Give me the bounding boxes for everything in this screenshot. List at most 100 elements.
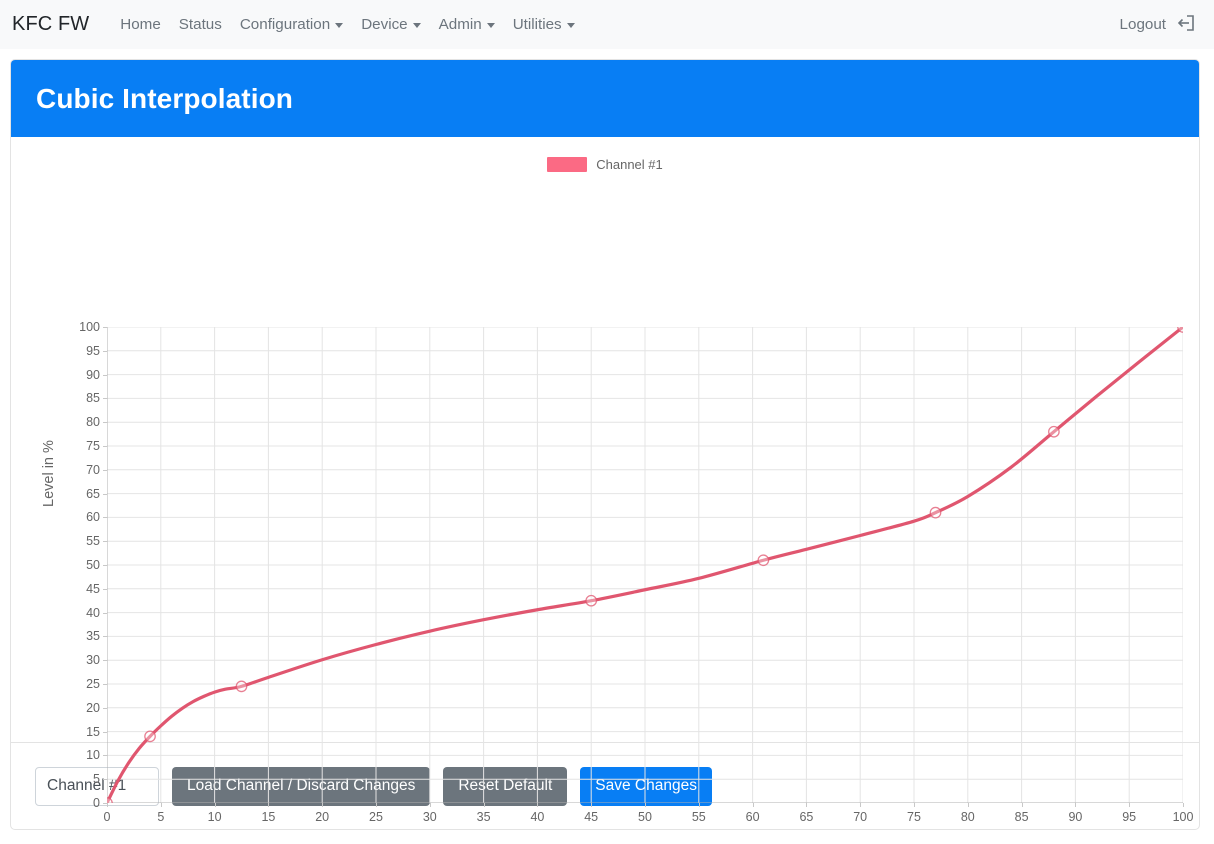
top-navbar: KFC FW Home Status Configuration Device …: [0, 0, 1214, 50]
y-axis-tick: [103, 779, 107, 781]
x-axis-tick-label: 50: [638, 810, 652, 824]
x-axis-tick: [967, 803, 969, 807]
y-axis-tick: [103, 660, 107, 662]
nav-item-label: Device: [361, 16, 408, 33]
legend-label-channel-1: Channel #1: [596, 157, 663, 172]
y-axis-tick-label: 0: [93, 796, 100, 810]
sign-out-icon: [1176, 13, 1196, 37]
x-axis-tick: [860, 803, 862, 807]
y-axis-tick: [103, 374, 107, 376]
y-axis-tick: [103, 588, 107, 590]
chart-legend: Channel #1: [11, 157, 1199, 172]
x-axis-tick-label: 100: [1172, 810, 1194, 824]
y-axis-tick-label: 25: [86, 677, 100, 691]
cubic-interpolation-card: Cubic Interpolation Channel #1 Level in …: [10, 59, 1200, 830]
x-axis-tick: [645, 803, 646, 807]
chart-svg: [101, 321, 1189, 809]
nav-item-device[interactable]: Device: [352, 10, 429, 39]
x-axis-tick: [806, 803, 808, 807]
chevron-down-icon: [486, 23, 495, 28]
x-axis-tick: [1183, 803, 1184, 807]
y-axis-tick-label: 65: [86, 486, 100, 501]
y-axis-tick: [103, 707, 107, 709]
legend-swatch-channel-1[interactable]: [547, 157, 588, 172]
x-axis-tick: [214, 803, 216, 807]
y-axis-tick-label: 15: [86, 724, 100, 739]
x-axis-tick-label: 70: [853, 810, 868, 824]
y-axis-tick: [103, 684, 107, 685]
y-axis-tick-label: 55: [86, 534, 100, 549]
nav-item-label: Utilities: [512, 16, 562, 33]
y-axis-tick-label: 95: [86, 343, 100, 358]
x-axis-tick: [591, 803, 593, 807]
x-axis-tick: [1129, 803, 1131, 807]
nav-item-label: Admin: [438, 16, 482, 33]
x-axis-tick-label: 25: [369, 810, 383, 824]
x-axis-tick-label: 75: [907, 810, 921, 824]
nav-item-status[interactable]: Status: [170, 10, 231, 39]
x-axis-tick: [1075, 803, 1077, 807]
nav-item-label: Status: [178, 16, 222, 33]
nav-item-configuration[interactable]: Configuration: [231, 10, 352, 39]
plot-area[interactable]: 0 5 10 15 20 25 30 35 40 45 50 55 60 65 70 75 80 85 90 95 10…: [79, 320, 1193, 824]
y-axis-tick-label: 35: [86, 629, 100, 644]
nav-item-admin[interactable]: Admin: [430, 10, 504, 39]
x-axis-tick: [160, 803, 162, 807]
x-axis-tick-label: 45: [584, 810, 599, 824]
x-axis-tick-label: 80: [960, 810, 975, 824]
y-axis-tick-label: 80: [86, 415, 100, 430]
card-body: Channel #1 Level in % Brightness in % 05…: [11, 137, 1199, 824]
x-axis-tick: [483, 803, 485, 807]
y-axis-tick-label: 90: [86, 367, 100, 382]
y-axis-tick-label: 30: [86, 653, 100, 668]
y-axis-tick: [103, 469, 107, 471]
x-axis-tick-label: 65: [799, 810, 814, 824]
nav-item-utilities[interactable]: Utilities: [504, 10, 584, 39]
card-header: Cubic Interpolation: [11, 60, 1199, 137]
x-axis-tick-label: 10: [207, 810, 222, 824]
y-axis-tick: [103, 636, 107, 638]
nav-item-label: Configuration: [239, 16, 331, 33]
y-axis-tick-label: 85: [86, 391, 100, 406]
x-axis-tick: [322, 803, 324, 807]
x-axis-tick: [376, 803, 377, 807]
y-axis-tick-label: 40: [86, 605, 100, 620]
logout-button[interactable]: Logout: [1116, 7, 1200, 43]
y-axis-tick-label: 45: [86, 581, 100, 596]
x-axis-tick-label: 85: [1014, 810, 1029, 824]
y-axis-tick-label: 5: [93, 772, 100, 787]
x-axis-tick: [698, 803, 700, 807]
nav-item-home[interactable]: Home: [111, 10, 170, 39]
y-axis-tick: [103, 517, 107, 519]
x-axis-tick-label: 55: [691, 810, 706, 824]
chart-container: Channel #1 Level in % Brightness in % 05…: [11, 137, 1199, 824]
x-axis-tick-label: 30: [422, 810, 437, 824]
x-axis-tick: [537, 803, 539, 807]
y-axis-tick-label: 70: [86, 462, 100, 477]
brand-logo[interactable]: KFC FW: [12, 13, 89, 36]
y-axis-title: Level in %: [41, 440, 57, 507]
x-axis-tick-label: 95: [1122, 810, 1137, 824]
y-axis-tick-label: 10: [86, 748, 100, 763]
chevron-down-icon: [412, 23, 421, 28]
y-axis-tick: [103, 327, 107, 328]
y-axis-tick: [103, 541, 107, 543]
x-axis-tick: [429, 803, 431, 807]
y-axis-tick: [103, 446, 107, 447]
x-axis-tick-label: 35: [476, 810, 491, 824]
x-axis-tick-label: 90: [1068, 810, 1083, 824]
y-axis-tick: [103, 731, 107, 733]
nav-item-label: Home: [120, 16, 161, 33]
y-axis-tick: [103, 755, 107, 757]
y-axis-tick-label: 50: [86, 558, 100, 572]
logout-label: Logout: [1119, 16, 1166, 33]
y-axis-tick-label: 20: [86, 700, 100, 715]
y-axis-tick: [103, 493, 107, 495]
chevron-down-icon: [335, 23, 344, 28]
y-axis-tick: [103, 350, 107, 352]
y-axis-tick: [103, 565, 107, 566]
y-axis-tick: [103, 612, 107, 614]
x-axis-tick: [107, 803, 108, 807]
y-axis-tick-label: 100: [79, 320, 100, 334]
x-axis-tick: [752, 803, 754, 807]
